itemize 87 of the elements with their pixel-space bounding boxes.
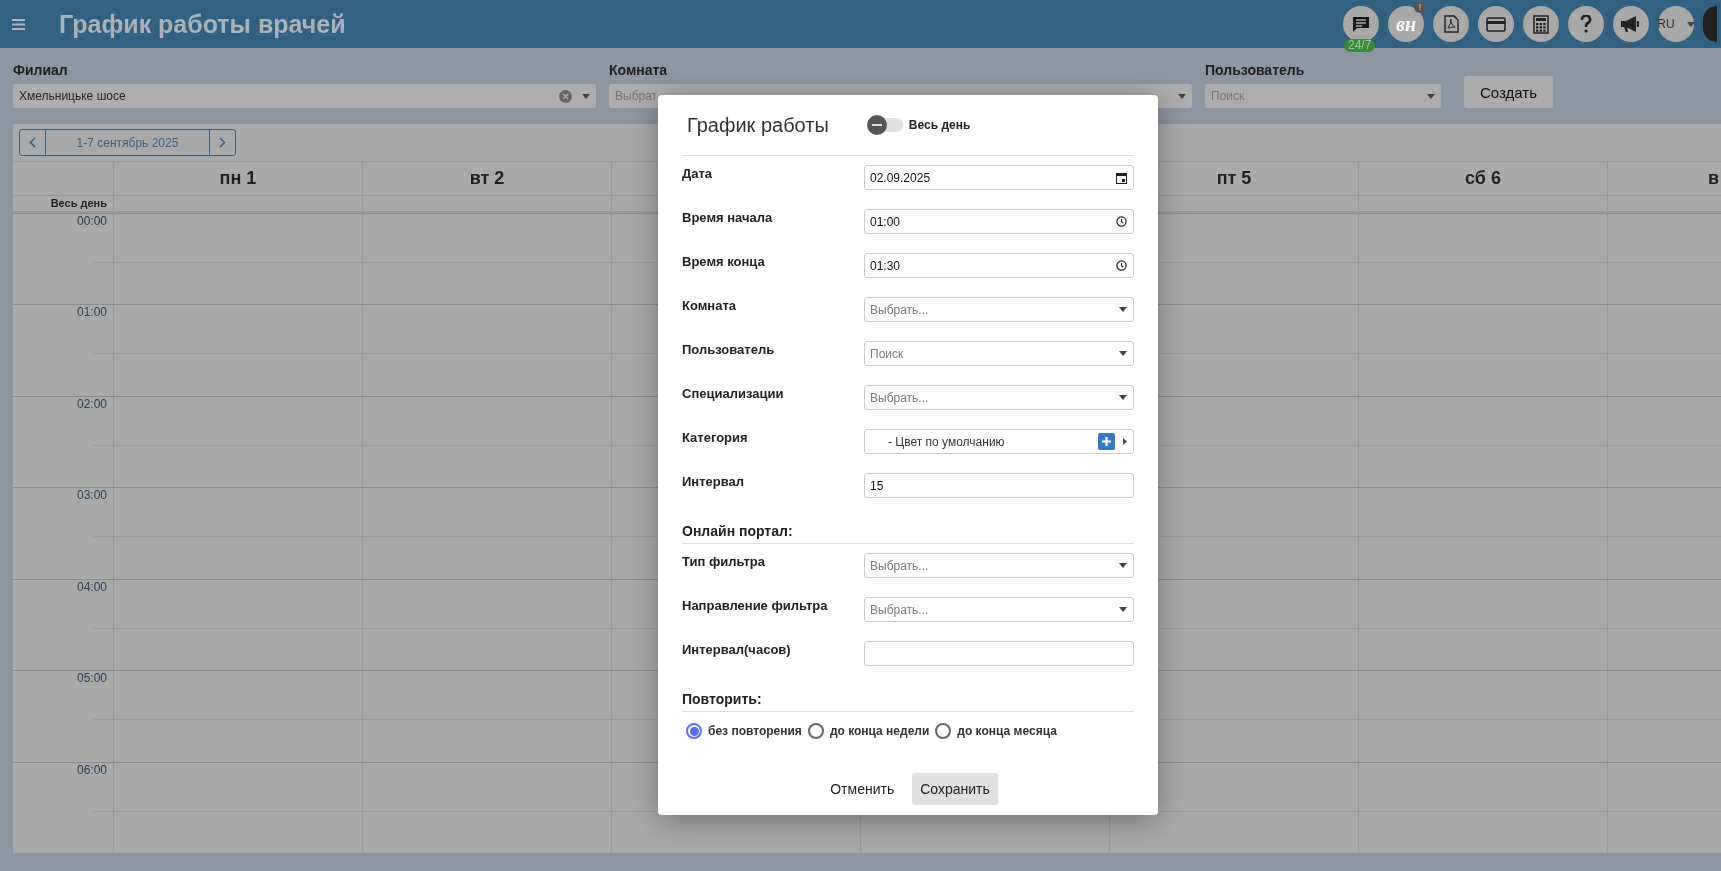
field-label: Специализации bbox=[682, 385, 785, 401]
caret-icon bbox=[1119, 307, 1127, 312]
field-label: Дата bbox=[682, 165, 714, 181]
create-button[interactable]: Создать bbox=[1464, 76, 1553, 108]
category-select[interactable]: - Цвет по умолчанию bbox=[864, 429, 1134, 454]
header-button[interactable] bbox=[1523, 6, 1559, 42]
time-label: 06:00 bbox=[76, 762, 107, 777]
all-day-toggle[interactable]: Весь день bbox=[868, 118, 971, 132]
caret-icon bbox=[1119, 607, 1127, 612]
dialog-title: График работы bbox=[687, 113, 829, 137]
avatar-button[interactable] bbox=[1703, 6, 1717, 42]
time-field[interactable]: 01:30 bbox=[864, 253, 1134, 278]
menu-icon[interactable] bbox=[12, 18, 25, 30]
language-button[interactable]: RU bbox=[1658, 6, 1694, 42]
caret-icon bbox=[1123, 438, 1127, 445]
field-label: Направление фильтра bbox=[682, 597, 829, 613]
select-field[interactable]: Выбрать... bbox=[864, 553, 1134, 578]
field-label: Интервал bbox=[682, 473, 746, 489]
header-button[interactable] bbox=[1433, 6, 1469, 42]
time-label: 03:00 bbox=[76, 488, 107, 503]
clock-icon bbox=[1116, 260, 1127, 271]
cancel-button[interactable]: Отменить bbox=[822, 773, 903, 805]
field-label: Интервал(часов) bbox=[682, 641, 792, 657]
calculator-icon bbox=[1533, 14, 1549, 34]
credit-card-icon bbox=[1486, 16, 1506, 32]
logo-text: вн bbox=[1395, 12, 1416, 36]
header-button[interactable] bbox=[1343, 6, 1379, 42]
field-label: Комната bbox=[682, 297, 737, 313]
select-field[interactable]: Выбрать... bbox=[864, 385, 1134, 410]
time-label: 02:00 bbox=[76, 396, 107, 411]
caret-icon bbox=[1178, 93, 1186, 99]
help-icon bbox=[1580, 15, 1592, 33]
field-label: Время начала bbox=[682, 209, 774, 225]
support-badge: 24/7 bbox=[1344, 39, 1376, 52]
pdf-icon bbox=[1443, 15, 1459, 33]
field-label: Категория bbox=[682, 429, 749, 445]
alert-badge: ! bbox=[1414, 1, 1426, 13]
filter-label: Пользователь bbox=[1205, 62, 1306, 78]
select-field[interactable]: Выбрать... bbox=[864, 597, 1134, 622]
caret-icon bbox=[1119, 395, 1127, 400]
time-label: 01:00 bbox=[76, 305, 107, 320]
chevron-right-icon bbox=[219, 137, 226, 149]
filter-label: Филиал bbox=[13, 62, 69, 78]
caret-icon bbox=[1119, 563, 1127, 568]
section-heading: Повторить: bbox=[682, 676, 1134, 712]
chevron-left-icon bbox=[29, 137, 36, 149]
filter-label: Комната bbox=[609, 62, 669, 78]
all-day-label: Весь день bbox=[50, 196, 107, 209]
date-field[interactable]: 02.09.2025 bbox=[864, 165, 1134, 190]
clock-icon bbox=[1116, 216, 1127, 227]
day-header: пн 1 bbox=[219, 168, 257, 190]
field-label: Пользователь bbox=[682, 341, 776, 357]
header-button[interactable] bbox=[1478, 6, 1514, 42]
time-field[interactable]: 01:00 bbox=[864, 209, 1134, 234]
day-header: пт 5 bbox=[1216, 168, 1252, 190]
time-label: 04:00 bbox=[76, 579, 107, 594]
chat-icon bbox=[1352, 15, 1370, 33]
repeat-option[interactable]: без повторения bbox=[686, 723, 802, 739]
select-field[interactable]: Поиск bbox=[864, 341, 1134, 366]
caret-icon bbox=[1686, 21, 1695, 27]
day-header: в bbox=[1707, 168, 1719, 190]
filter-select[interactable]: Хмельницьке шосе bbox=[13, 84, 596, 108]
day-header: сб 6 bbox=[1465, 168, 1501, 190]
calendar-icon bbox=[1116, 171, 1127, 184]
select-field[interactable]: Выбрать... bbox=[864, 297, 1134, 322]
time-label: 00:00 bbox=[76, 213, 107, 228]
repeat-option[interactable]: до конца недели bbox=[807, 723, 930, 739]
day-header: вт 2 bbox=[469, 168, 505, 190]
plus-icon bbox=[1102, 437, 1111, 446]
add-category-button[interactable] bbox=[1098, 433, 1115, 450]
header-button[interactable] bbox=[1568, 6, 1604, 42]
page-title: График работы врачей bbox=[59, 9, 346, 39]
header-button[interactable] bbox=[1613, 6, 1649, 42]
caret-icon bbox=[1427, 93, 1435, 99]
time-label: 05:00 bbox=[76, 671, 107, 686]
caret-icon bbox=[1119, 351, 1127, 356]
save-button[interactable]: Сохранить bbox=[912, 773, 998, 805]
text-field[interactable] bbox=[864, 641, 1134, 666]
text-field[interactable]: 15 bbox=[864, 473, 1134, 498]
date-range: 1-7 сентябрь 2025 bbox=[45, 130, 210, 156]
caret-icon bbox=[582, 93, 590, 99]
repeat-option[interactable]: до конца месяца bbox=[935, 723, 1057, 739]
clear-icon[interactable] bbox=[559, 89, 572, 103]
section-heading: Онлайн портал: bbox=[682, 508, 1134, 544]
field-label: Тип фильтра bbox=[682, 553, 766, 569]
field-label: Время конца bbox=[682, 253, 766, 269]
megaphone-icon bbox=[1620, 15, 1642, 33]
